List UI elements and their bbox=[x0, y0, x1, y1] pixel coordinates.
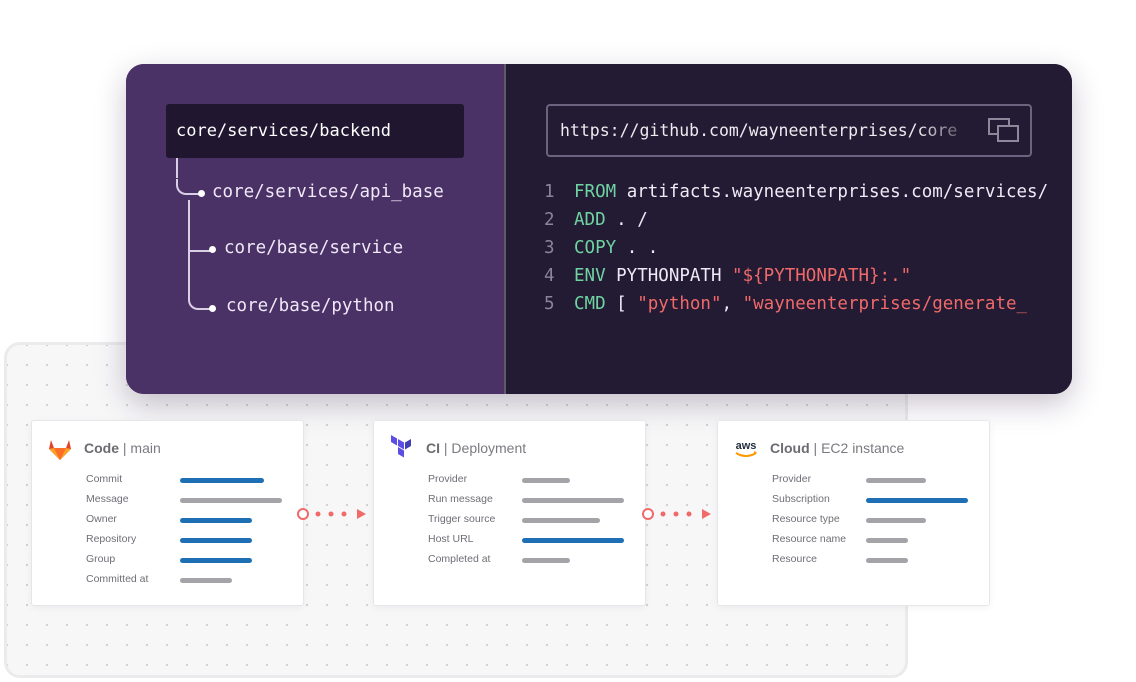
code-line: 5 CMD [ "python", "wayneenterprises/gener… bbox=[544, 294, 1027, 314]
pipeline-card-cloud[interactable]: aws Cloud | EC2 instance Provider Subscript… bbox=[717, 420, 990, 606]
code-line: 4 ENV PYTHONPATH "${PYTHONPATH}:." bbox=[544, 266, 911, 286]
card-title: Code | main bbox=[84, 440, 161, 456]
file-tree-pane: core/services/backend core/services/api_… bbox=[126, 64, 504, 394]
line-number: 5 bbox=[544, 294, 555, 314]
field-label: Commit bbox=[86, 473, 123, 485]
field-label: Run message bbox=[428, 493, 493, 505]
repo-url-field[interactable]: https://github.com/wayneenterprises/core bbox=[546, 104, 1032, 157]
field-label: Resource type bbox=[772, 513, 840, 525]
field-label: Subscription bbox=[772, 493, 830, 505]
pipeline-card-code[interactable]: Code | main Commit Message Owner Repository G… bbox=[31, 420, 304, 606]
code-line: 3 COPY . . bbox=[544, 238, 658, 258]
line-number: 4 bbox=[544, 266, 555, 286]
line-number: 3 bbox=[544, 238, 555, 258]
code-token: . / bbox=[605, 210, 648, 230]
code-line: 2 ADD . / bbox=[544, 210, 648, 230]
card-title: Cloud | EC2 instance bbox=[770, 440, 904, 456]
card-title-sub: | EC2 instance bbox=[809, 440, 905, 456]
field-label: Repository bbox=[86, 533, 137, 545]
field-label: Host URL bbox=[428, 533, 474, 545]
field-value-bar bbox=[180, 518, 252, 523]
field-value-bar bbox=[522, 518, 600, 523]
field-value-bar bbox=[866, 478, 926, 483]
field-value-bar bbox=[522, 538, 624, 543]
code-token: ADD bbox=[574, 210, 606, 230]
tree-item-base-service[interactable]: core/base/service bbox=[224, 238, 403, 258]
field-value-bar bbox=[180, 538, 252, 543]
tree-item-base-python[interactable]: core/base/python bbox=[226, 296, 395, 316]
field-value-bar bbox=[866, 538, 908, 543]
code-window: core/services/backend core/services/api_… bbox=[126, 64, 1072, 394]
code-token: [ bbox=[605, 294, 638, 314]
field-value-bar bbox=[866, 558, 908, 563]
code-token: ENV bbox=[574, 266, 606, 286]
field-label: Owner bbox=[86, 513, 117, 525]
field-label: Message bbox=[86, 493, 129, 505]
card-title-main: CI bbox=[426, 440, 440, 456]
code-token: "${PYTHONPATH}:." bbox=[732, 266, 912, 286]
line-number: 1 bbox=[544, 182, 555, 202]
card-title-main: Cloud bbox=[770, 440, 810, 456]
code-token: , bbox=[721, 294, 743, 314]
field-value-bar bbox=[180, 578, 232, 583]
connector-arrow-2 bbox=[642, 508, 711, 520]
code-token: PYTHONPATH bbox=[605, 266, 733, 286]
field-value-bar bbox=[522, 478, 570, 483]
gitlab-icon bbox=[46, 435, 74, 463]
card-title: CI | Deployment bbox=[426, 440, 526, 456]
repo-url-text: https://github.com/wayneenterprises/core bbox=[560, 121, 958, 140]
field-value-bar bbox=[522, 498, 624, 503]
code-token: COPY bbox=[574, 238, 617, 258]
pipeline-card-ci[interactable]: CI | Deployment Provider Run message Trigge… bbox=[373, 420, 646, 606]
field-value-bar bbox=[522, 558, 570, 563]
field-label: Group bbox=[86, 553, 116, 565]
field-label: Resource name bbox=[772, 533, 847, 545]
aws-icon: aws bbox=[732, 435, 760, 463]
line-number: 2 bbox=[544, 210, 555, 230]
field-label: Provider bbox=[772, 473, 812, 485]
card-title-main: Code bbox=[84, 440, 119, 456]
card-title-sub: | Deployment bbox=[440, 440, 527, 456]
field-label: Resource bbox=[772, 553, 817, 565]
code-token: "python" bbox=[637, 294, 722, 314]
code-token: . . bbox=[616, 238, 659, 258]
connector-arrow-1 bbox=[297, 508, 366, 520]
tree-item-api-base[interactable]: core/services/api_base bbox=[212, 182, 444, 202]
code-token: artifacts.wayneenterprises.com/services/ bbox=[616, 182, 1049, 202]
card-title-sub: | main bbox=[119, 440, 161, 456]
code-line: 1 FROM artifacts.wayneenterprises.com/ser… bbox=[544, 182, 1048, 202]
field-value-bar bbox=[180, 498, 282, 503]
tree-branch bbox=[188, 236, 210, 252]
tree-node-dot bbox=[198, 190, 205, 197]
tree-line bbox=[176, 158, 178, 178]
tree-node-dot bbox=[209, 246, 216, 253]
field-value-bar bbox=[866, 518, 926, 523]
tree-node-dot bbox=[209, 305, 216, 312]
field-value-bar bbox=[866, 498, 968, 503]
copy-icon[interactable] bbox=[988, 118, 1020, 144]
field-label: Trigger source bbox=[428, 513, 496, 525]
code-token: "wayneenterprises/generate_ bbox=[742, 294, 1028, 314]
terraform-icon bbox=[388, 435, 416, 463]
code-token: FROM bbox=[574, 182, 617, 202]
tree-root-item[interactable]: core/services/backend bbox=[166, 104, 464, 158]
svg-text:aws: aws bbox=[736, 440, 757, 452]
field-value-bar bbox=[180, 478, 264, 483]
code-token: CMD bbox=[574, 294, 606, 314]
field-value-bar bbox=[180, 558, 252, 563]
code-pane: https://github.com/wayneenterprises/core… bbox=[506, 64, 1072, 394]
field-label: Provider bbox=[428, 473, 468, 485]
field-label: Completed at bbox=[428, 553, 491, 565]
field-label: Committed at bbox=[86, 573, 149, 585]
tree-branch bbox=[176, 179, 200, 195]
